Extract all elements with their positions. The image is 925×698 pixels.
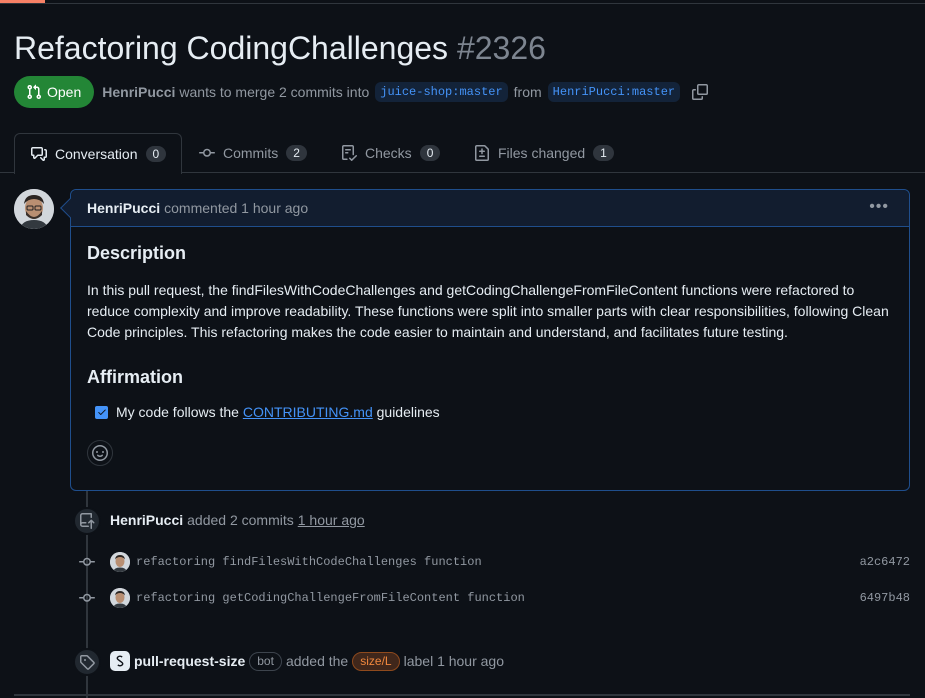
commit-icon	[78, 554, 96, 570]
label-event: pull-request-size bot added the size/L l…	[110, 651, 504, 671]
description-paragraph: In this pull request, the findFilesWithC…	[87, 282, 889, 340]
conversation-icon	[31, 147, 47, 161]
copy-branch-button[interactable]	[692, 84, 709, 100]
commit-icon	[199, 148, 215, 157]
bot-badge: bot	[249, 651, 282, 671]
tab-counter: 0	[145, 146, 167, 162]
event-author[interactable]: pull-request-size	[134, 653, 245, 669]
avatar[interactable]	[110, 588, 130, 608]
checklist-icon	[342, 145, 357, 161]
commit-row: refactoring getCodingChallengeFromFileCo…	[78, 588, 910, 608]
tab-label: Conversation	[55, 146, 138, 162]
timeline-badge	[73, 507, 101, 535]
tab-checks[interactable]: Checks 0	[341, 133, 441, 173]
avatar[interactable]	[110, 552, 130, 572]
event-time[interactable]: 1 hour ago	[298, 512, 365, 528]
tab-commits[interactable]: Commits 2	[199, 133, 307, 173]
task-checkbox[interactable]	[95, 405, 108, 419]
from-text: from	[513, 84, 542, 100]
pr-title-text: Refactoring CodingChallenges	[14, 30, 449, 66]
pr-number: #2326	[456, 30, 546, 66]
avatar-image	[14, 189, 54, 229]
description-heading: Description	[87, 243, 187, 263]
tab-files-changed[interactable]: Files changed 1	[474, 133, 614, 173]
timeline-badge	[73, 648, 101, 676]
bot-avatar[interactable]	[110, 651, 130, 671]
commit-message[interactable]: refactoring findFilesWithCodeChallenges …	[136, 555, 482, 569]
tab-label: Files changed	[498, 145, 586, 161]
add-reaction-button[interactable]	[87, 440, 113, 466]
event-suffix: label 1 hour ago	[403, 653, 505, 669]
smiley-icon	[92, 445, 108, 461]
commits-event: HenriPucci added 2 commits 1 hour ago	[110, 512, 365, 528]
event-author[interactable]: HenriPucci	[110, 512, 183, 528]
file-diff-icon	[475, 145, 489, 161]
commit-icon	[78, 590, 96, 606]
comment-body: Description In this pull request, the fi…	[71, 227, 909, 482]
tab-counter: 0	[419, 145, 441, 161]
kebab-menu-icon[interactable]: •••	[869, 198, 889, 216]
base-branch[interactable]: juice-shop:master	[375, 82, 508, 102]
tab-label: Checks	[365, 145, 412, 161]
state-badge: Open	[14, 76, 95, 108]
copy-icon	[692, 84, 709, 100]
head-branch[interactable]: HenriPucci:master	[547, 82, 681, 102]
size-label[interactable]: size/L	[352, 651, 400, 671]
contributing-link[interactable]: CONTRIBUTING.md	[243, 404, 373, 420]
task-text: My code follows the	[116, 404, 239, 420]
state-label: Open	[47, 84, 82, 100]
comment-author[interactable]: HenriPucci	[87, 200, 160, 216]
repo-push-icon	[80, 513, 95, 529]
affirmation-heading: Affirmation	[87, 367, 183, 387]
event-action: added the	[285, 653, 349, 669]
task-list-item: My code follows the CONTRIBUTING.md guid…	[95, 404, 893, 420]
tab-conversation[interactable]: Conversation 0	[14, 133, 182, 174]
check-icon	[97, 409, 106, 415]
merge-text: wants to merge 2 commits into	[179, 84, 370, 100]
commit-row: refactoring findFilesWithCodeChallenges …	[78, 552, 910, 572]
tab-counter: 2	[286, 145, 307, 161]
comment-header: HenriPucci commented 1 hour ago •••	[60, 190, 909, 227]
pr-tabs: Conversation 0 Commits 2 Checks 0 Files …	[0, 133, 925, 174]
tab-counter: 1	[593, 145, 614, 161]
task-suffix: guidelines	[376, 404, 440, 420]
tab-label: Commits	[223, 145, 279, 161]
commit-message[interactable]: refactoring getCodingChallengeFromFileCo…	[136, 591, 525, 605]
pull-request-icon	[27, 84, 42, 100]
pr-title: Refactoring CodingChallenges #2326	[14, 30, 546, 67]
comment-timestamp: commented 1 hour ago	[164, 200, 309, 216]
commit-sha[interactable]: a2c6472	[860, 555, 910, 569]
avatar[interactable]	[14, 189, 54, 229]
pr-meta: Open HenriPucci wants to merge 2 commits…	[14, 76, 709, 108]
bot-logo-icon	[116, 655, 124, 667]
merge-summary: HenriPucci wants to merge 2 commits into…	[102, 82, 709, 102]
pr-author-link[interactable]: HenriPucci	[102, 84, 175, 100]
comment-caret	[60, 198, 80, 218]
bottom-divider	[14, 694, 910, 696]
header-divider	[0, 3, 925, 4]
commit-sha[interactable]: 6497b48	[860, 591, 910, 605]
pr-description-comment: HenriPucci commented 1 hour ago ••• Desc…	[60, 189, 910, 491]
event-action: added 2 commits	[187, 512, 294, 528]
tag-icon	[80, 655, 95, 670]
